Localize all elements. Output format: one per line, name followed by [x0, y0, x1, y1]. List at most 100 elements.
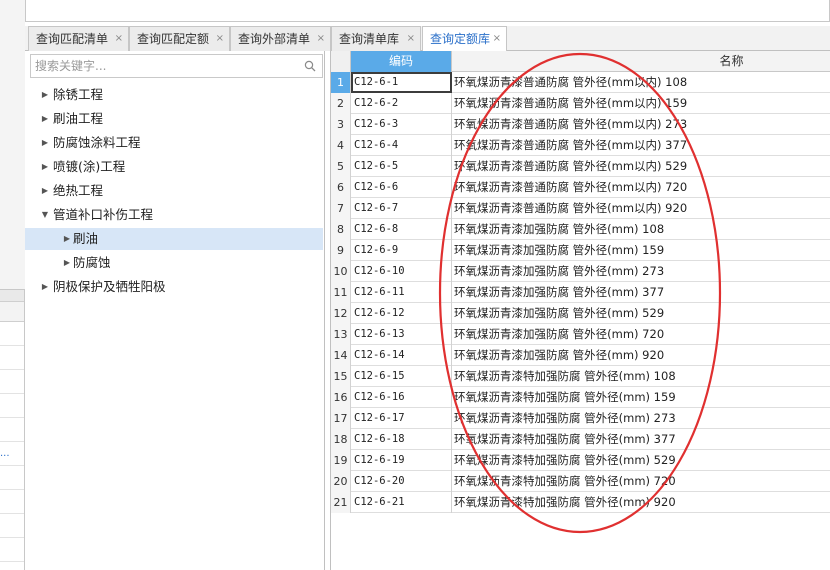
- expand-arrow-icon[interactable]: ▶: [40, 156, 50, 178]
- cell-name[interactable]: 环氧煤沥青漆普通防腐 管外径(mm以内) 720: [454, 177, 830, 198]
- cell-code[interactable]: C12-6-2: [351, 93, 452, 114]
- row-number[interactable]: 5: [331, 156, 351, 177]
- left-panel-row[interactable]: [0, 514, 24, 538]
- close-icon[interactable]: ×: [407, 27, 415, 51]
- tab-query-external-list[interactable]: 查询外部清单 ×: [230, 26, 331, 51]
- table-row[interactable]: 21 C12-6-21 环氧煤沥青漆特加强防腐 管外径(mm) 920: [331, 492, 830, 513]
- tree-item-rust-removal[interactable]: ▶ 除锈工程: [25, 84, 323, 106]
- cell-name[interactable]: 环氧煤沥青漆特加强防腐 管外径(mm) 108: [454, 366, 830, 387]
- table-row[interactable]: 4 C12-6-4 环氧煤沥青漆普通防腐 管外径(mm以内) 377: [331, 135, 830, 156]
- tab-query-matched-quota[interactable]: 查询匹配定额 ×: [129, 26, 230, 51]
- row-number[interactable]: 13: [331, 324, 351, 345]
- left-panel-row[interactable]: [0, 538, 24, 562]
- row-number[interactable]: 7: [331, 198, 351, 219]
- cell-name[interactable]: 环氧煤沥青漆加强防腐 管外径(mm) 377: [454, 282, 830, 303]
- cell-code[interactable]: C12-6-14: [351, 345, 452, 366]
- tree-item-insulation[interactable]: ▶ 绝热工程: [25, 180, 323, 202]
- table-row[interactable]: 3 C12-6-3 环氧煤沥青漆普通防腐 管外径(mm以内) 273: [331, 114, 830, 135]
- close-icon[interactable]: ×: [115, 27, 123, 51]
- cell-code[interactable]: C12-6-13: [351, 324, 452, 345]
- table-row[interactable]: 9 C12-6-9 环氧煤沥青漆加强防腐 管外径(mm) 159: [331, 240, 830, 261]
- row-number[interactable]: 3: [331, 114, 351, 135]
- cell-code[interactable]: C12-6-3: [351, 114, 452, 135]
- table-row[interactable]: 15 C12-6-15 环氧煤沥青漆特加强防腐 管外径(mm) 108: [331, 366, 830, 387]
- row-number[interactable]: 17: [331, 408, 351, 429]
- row-number[interactable]: 12: [331, 303, 351, 324]
- left-panel-row[interactable]: ...: [0, 442, 24, 466]
- tab-query-matched-list[interactable]: 查询匹配清单 ×: [28, 26, 129, 51]
- cell-name[interactable]: 环氧煤沥青漆普通防腐 管外径(mm以内) 529: [454, 156, 830, 177]
- close-icon[interactable]: ×: [493, 27, 501, 51]
- table-row[interactable]: 17 C12-6-17 环氧煤沥青漆特加强防腐 管外径(mm) 273: [331, 408, 830, 429]
- cell-name[interactable]: 环氧煤沥青漆特加强防腐 管外径(mm) 529: [454, 450, 830, 471]
- column-header-code[interactable]: 编码: [351, 51, 452, 72]
- tree-item-cathodic-protection[interactable]: ▶ 阴极保护及牺牲阳极: [25, 276, 323, 298]
- collapse-arrow-icon[interactable]: ▼: [40, 204, 50, 226]
- search-input[interactable]: [35, 57, 295, 75]
- table-row[interactable]: 6 C12-6-6 环氧煤沥青漆普通防腐 管外径(mm以内) 720: [331, 177, 830, 198]
- cell-name[interactable]: 环氧煤沥青漆普通防腐 管外径(mm以内) 159: [454, 93, 830, 114]
- cell-name[interactable]: 环氧煤沥青漆特加强防腐 管外径(mm) 273: [454, 408, 830, 429]
- expand-arrow-icon[interactable]: ▶: [62, 252, 72, 274]
- search-icon[interactable]: [304, 60, 316, 72]
- row-number-header[interactable]: [331, 51, 351, 72]
- row-number[interactable]: 14: [331, 345, 351, 366]
- tree-item-anticorrosion-coating[interactable]: ▶ 防腐蚀涂料工程: [25, 132, 323, 154]
- table-row[interactable]: 1 C12-6-1 环氧煤沥青漆普通防腐 管外径(mm以内) 108: [331, 72, 830, 93]
- table-row[interactable]: 11 C12-6-11 环氧煤沥青漆加强防腐 管外径(mm) 377: [331, 282, 830, 303]
- cell-code[interactable]: C12-6-6: [351, 177, 452, 198]
- row-number[interactable]: 16: [331, 387, 351, 408]
- column-header-name[interactable]: 名称: [452, 51, 830, 72]
- table-row[interactable]: 13 C12-6-13 环氧煤沥青漆加强防腐 管外径(mm) 720: [331, 324, 830, 345]
- cell-code[interactable]: C12-6-10: [351, 261, 452, 282]
- cell-code[interactable]: C12-6-5: [351, 156, 452, 177]
- row-number[interactable]: 6: [331, 177, 351, 198]
- left-panel-row[interactable]: [0, 466, 24, 490]
- cell-name[interactable]: 环氧煤沥青漆普通防腐 管外径(mm以内) 108: [454, 72, 830, 93]
- expand-arrow-icon[interactable]: ▶: [62, 228, 72, 250]
- row-number[interactable]: 18: [331, 429, 351, 450]
- expand-arrow-icon[interactable]: ▶: [40, 180, 50, 202]
- cell-name[interactable]: 环氧煤沥青漆特加强防腐 管外径(mm) 377: [454, 429, 830, 450]
- expand-arrow-icon[interactable]: ▶: [40, 108, 50, 130]
- tree-item-pipe-joint-repair[interactable]: ▼ 管道补口补伤工程: [25, 204, 323, 226]
- cell-name[interactable]: 环氧煤沥青漆加强防腐 管外径(mm) 108: [454, 219, 830, 240]
- cell-name[interactable]: 环氧煤沥青漆加强防腐 管外径(mm) 273: [454, 261, 830, 282]
- left-panel-row[interactable]: [0, 418, 24, 442]
- cell-name[interactable]: 环氧煤沥青漆加强防腐 管外径(mm) 720: [454, 324, 830, 345]
- cell-code[interactable]: C12-6-21: [351, 492, 452, 513]
- cell-code[interactable]: C12-6-19: [351, 450, 452, 471]
- cell-code[interactable]: C12-6-16: [351, 387, 452, 408]
- expand-arrow-icon[interactable]: ▶: [40, 132, 50, 154]
- cell-code[interactable]: C12-6-17: [351, 408, 452, 429]
- tree-item-anticorrosion[interactable]: ▶ 防腐蚀: [25, 252, 323, 274]
- left-panel-row[interactable]: [0, 370, 24, 394]
- close-icon[interactable]: ×: [216, 27, 224, 51]
- cell-code[interactable]: C12-6-12: [351, 303, 452, 324]
- row-number[interactable]: 9: [331, 240, 351, 261]
- cell-code[interactable]: C12-6-18: [351, 429, 452, 450]
- expand-arrow-icon[interactable]: ▶: [40, 84, 50, 106]
- cell-name[interactable]: 环氧煤沥青漆加强防腐 管外径(mm) 529: [454, 303, 830, 324]
- tree-item-spray-coating[interactable]: ▶ 喷镀(涂)工程: [25, 156, 323, 178]
- table-row[interactable]: 2 C12-6-2 环氧煤沥青漆普通防腐 管外径(mm以内) 159: [331, 93, 830, 114]
- cell-name[interactable]: 环氧煤沥青漆加强防腐 管外径(mm) 159: [454, 240, 830, 261]
- table-row[interactable]: 5 C12-6-5 环氧煤沥青漆普通防腐 管外径(mm以内) 529: [331, 156, 830, 177]
- row-number[interactable]: 15: [331, 366, 351, 387]
- table-row[interactable]: 16 C12-6-16 环氧煤沥青漆特加强防腐 管外径(mm) 159: [331, 387, 830, 408]
- tab-query-quota-library[interactable]: 查询定额库 ×: [422, 26, 507, 52]
- cell-code[interactable]: C12-6-1: [351, 72, 452, 93]
- left-panel-row[interactable]: [0, 490, 24, 514]
- row-number[interactable]: 21: [331, 492, 351, 513]
- cell-name[interactable]: 环氧煤沥青漆普通防腐 管外径(mm以内) 920: [454, 198, 830, 219]
- cell-code[interactable]: C12-6-8: [351, 219, 452, 240]
- table-row[interactable]: 18 C12-6-18 环氧煤沥青漆特加强防腐 管外径(mm) 377: [331, 429, 830, 450]
- table-row[interactable]: 12 C12-6-12 环氧煤沥青漆加强防腐 管外径(mm) 529: [331, 303, 830, 324]
- table-row[interactable]: 14 C12-6-14 环氧煤沥青漆加强防腐 管外径(mm) 920: [331, 345, 830, 366]
- left-panel-row[interactable]: [0, 322, 24, 346]
- close-icon[interactable]: ×: [317, 27, 325, 51]
- left-panel-row[interactable]: [0, 346, 24, 370]
- cell-name[interactable]: 环氧煤沥青漆特加强防腐 管外径(mm) 720: [454, 471, 830, 492]
- cell-code[interactable]: C12-6-20: [351, 471, 452, 492]
- row-number[interactable]: 8: [331, 219, 351, 240]
